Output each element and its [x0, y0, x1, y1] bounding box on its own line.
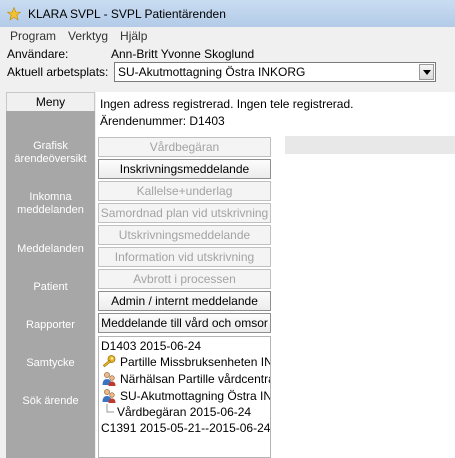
case-tree: D1403 2015-06-24 Partille Missbruksenhet… [98, 336, 271, 458]
tree-connector-icon [106, 404, 114, 420]
tree-node-label: SU-Akutmottagning Östra INKO [120, 389, 271, 403]
address-info: Ingen adress registrerad. Ingen tele reg… [100, 97, 354, 111]
star-icon [6, 6, 22, 22]
tree-node-vardbegaran[interactable]: Vårdbegäran 2015-06-24 [106, 404, 251, 420]
workplace-value: SU-Akutmottagning Östra INKORG [118, 65, 306, 79]
tree-node-su-akut[interactable]: SU-Akutmottagning Östra INKO [101, 388, 271, 404]
nav-patient[interactable]: Patient [6, 281, 95, 294]
tree-node-label: Närhälsan Partille vårdcentral 20 [120, 372, 270, 386]
people-icon [101, 371, 117, 387]
window-title: KLARA SVPL - SVPL Patientärenden [28, 6, 226, 21]
tree-node-partille[interactable]: Partille Missbruksenheten INKO [101, 354, 270, 370]
nav-samtycke[interactable]: Samtycke [6, 357, 95, 370]
utskrivningsmeddelande-button[interactable]: Utskrivningsmeddelande [98, 225, 271, 245]
tree-node-label: C1391 2015-05-21--2015-06-24 [101, 421, 271, 435]
nav-rapporter[interactable]: Rapporter [6, 319, 95, 332]
header-panel: Användare: Ann-Britt Yvonne Skoglund Akt… [4, 46, 452, 84]
detail-header-bar [285, 136, 455, 154]
nav-inkomna-meddelanden[interactable]: Inkomna meddelanden [6, 191, 95, 217]
workplace-row: Aktuell arbetsplats: [4, 65, 111, 79]
key-icon [101, 354, 117, 370]
tab-meny[interactable]: Meny [6, 92, 95, 111]
nav-grafisk-arendeoversikt[interactable]: Grafisk ärendeöversikt [6, 140, 95, 166]
tree-node-label: D1403 2015-06-24 [101, 339, 202, 353]
menu-hjalp[interactable]: Hjälp [114, 29, 153, 43]
user-label: Användare: [7, 47, 69, 61]
user-value: Ann-Britt Yvonne Skoglund [111, 47, 255, 61]
user-row: Användare: Ann-Britt Yvonne Skoglund [4, 47, 254, 61]
menu-bar: Program Verktyg Hjälp [0, 27, 455, 45]
people-icon [101, 388, 117, 404]
samordnad-plan-button[interactable]: Samordnad plan vid utskrivning [98, 203, 271, 223]
tree-node-d1403[interactable]: D1403 2015-06-24 [101, 338, 201, 354]
title-bar: KLARA SVPL - SVPL Patientärenden [0, 0, 455, 27]
meddelande-vard-omsorg-button[interactable]: Meddelande till vård och omsor [98, 313, 271, 333]
workplace-label: Aktuell arbetsplats: [7, 65, 109, 79]
inskrivningsmeddelande-button[interactable]: Inskrivningsmeddelande [98, 159, 271, 179]
kallelse-underlag-button[interactable]: Kallelse+underlag [98, 181, 271, 201]
case-info: Ingen adress registrerad. Ingen tele reg… [100, 96, 353, 130]
nav-meddelanden[interactable]: Meddelanden [6, 243, 95, 256]
nav-sok-arende[interactable]: Sök ärende [6, 395, 95, 408]
information-vid-utskrivning-button[interactable]: Information vid utskrivning [98, 247, 271, 267]
workplace-select[interactable]: SU-Akutmottagning Östra INKORG [114, 62, 436, 82]
tree-node-label: Vårdbegäran 2015-06-24 [117, 405, 252, 419]
tree-node-c1391[interactable]: C1391 2015-05-21--2015-06-24 [101, 420, 270, 436]
vardbegaran-button[interactable]: Vårdbegäran [98, 137, 271, 157]
avbrott-i-processen-button[interactable]: Avbrott i processen [98, 269, 271, 289]
case-number: Ärendenummer: D1403 [100, 114, 225, 128]
tree-node-label: Partille Missbruksenheten INKO [120, 355, 270, 369]
menu-program[interactable]: Program [4, 29, 62, 43]
tree-node-narhalsan[interactable]: Närhälsan Partille vårdcentral 20 [101, 371, 270, 387]
menu-verktyg[interactable]: Verktyg [62, 29, 114, 43]
admin-internt-meddelande-button[interactable]: Admin / internt meddelande [98, 291, 271, 311]
chevron-down-icon[interactable] [419, 64, 434, 80]
